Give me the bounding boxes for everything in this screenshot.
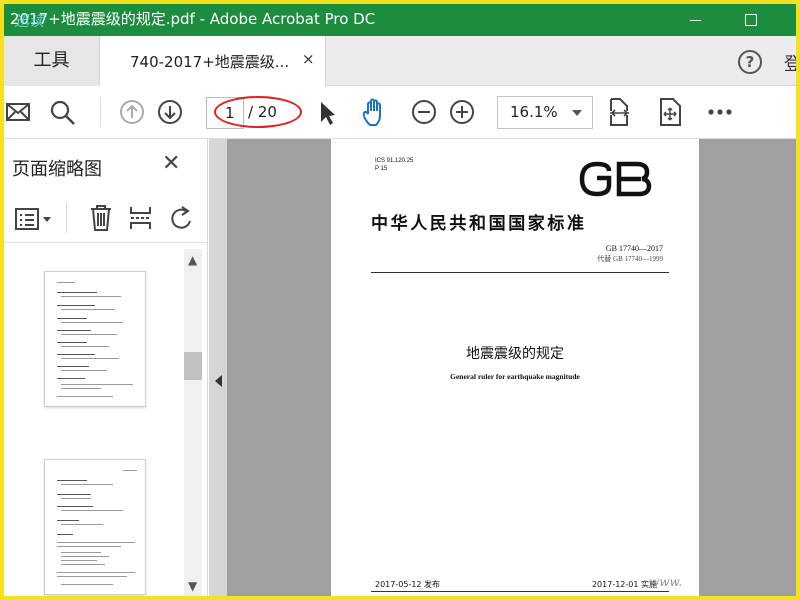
options-menu-icon[interactable] — [14, 205, 58, 237]
panel-title: 页面缩略图 — [12, 159, 102, 180]
pdf-page: ICS 91.120.25 P 15 中华人民共和国国家标准 GB 17740—… — [331, 139, 699, 596]
tab-document-label: 740-2017+地震震级... — [130, 53, 290, 71]
thumbnail-scrollbar[interactable]: ▲ ▼ — [184, 249, 202, 596]
select-cursor-icon[interactable] — [316, 95, 338, 129]
document-area[interactable]: ICS 91.120.25 P 15 中华人民共和国国家标准 GB 17740—… — [209, 139, 796, 596]
toolbar: 1 / 20 16.1% — [4, 87, 796, 139]
panel-toolbar — [4, 195, 208, 243]
insert-page-icon[interactable] — [128, 203, 154, 237]
hand-tool-icon[interactable] — [360, 95, 390, 129]
scroll-up-icon[interactable]: ▲ — [188, 253, 197, 267]
scrollbar-thumb[interactable] — [184, 352, 202, 380]
zoom-in-icon[interactable] — [448, 95, 478, 129]
thumbnail-list: 6 — [4, 249, 184, 596]
divider — [371, 272, 669, 273]
tab-bar: 工具 740-2017+地震震级... × ? 登 — [4, 36, 796, 87]
zoom-value: 16.1% — [510, 103, 558, 121]
replaces-standard: 代替 GB 17740—1999 — [597, 255, 663, 263]
mail-icon[interactable] — [6, 95, 32, 129]
annotation-oval — [214, 96, 302, 128]
scroll-down-icon[interactable]: ▼ — [188, 579, 197, 593]
ccs-number: P 15 — [375, 166, 388, 172]
sign-in-link[interactable]: 登 — [784, 50, 796, 76]
window-title: 2017+地震震级的规定.pdf - Adobe Acrobat Pro DC — [10, 10, 376, 28]
document-title-english: General ruler for earthquake magnitude — [450, 372, 580, 381]
maximize-button[interactable] — [728, 4, 774, 36]
help-icon[interactable]: ? — [738, 50, 762, 74]
title-watermark: 迅读 — [14, 12, 45, 30]
previous-page-icon[interactable] — [118, 95, 148, 129]
title-bar: 2017+地震震级的规定.pdf - Adobe Acrobat Pro DC … — [4, 4, 796, 36]
document-title: 地震震级的规定 — [466, 346, 564, 362]
standard-category: 中华人民共和国国家标准 — [371, 214, 587, 234]
rotate-icon[interactable] — [170, 203, 196, 237]
standard-number: GB 17740—2017 — [605, 244, 663, 253]
page-thumbnail[interactable] — [44, 459, 146, 595]
minimize-button[interactable] — [672, 4, 718, 36]
close-tab-icon[interactable]: × — [302, 50, 315, 68]
page-transform-icon[interactable] — [658, 95, 684, 129]
publish-date: 2017-05-12 发布 — [375, 580, 441, 589]
tab-document[interactable]: 740-2017+地震震级... × — [100, 36, 326, 87]
collapse-panel-icon[interactable] — [215, 375, 222, 387]
panel-splitter[interactable] — [209, 139, 227, 596]
next-page-icon[interactable] — [156, 95, 186, 129]
thumbnails-panel: 页面缩略图 ✕ ▲ ▼ — [4, 139, 208, 596]
ics-number: ICS 91.120.25 — [375, 158, 414, 164]
watermark-text: www. — [649, 575, 683, 589]
more-options-icon[interactable] — [706, 95, 736, 129]
search-icon[interactable] — [48, 95, 78, 129]
delete-icon[interactable] — [88, 203, 114, 237]
chevron-down-icon — [572, 110, 582, 116]
ics-code: ICS 91.120.25 P 15 — [375, 157, 413, 173]
zoom-select[interactable]: 16.1% — [497, 96, 593, 129]
divider — [371, 591, 669, 592]
app-window: 2017+地震震级的规定.pdf - Adobe Acrobat Pro DC … — [4, 4, 796, 596]
tab-tools[interactable]: 工具 — [4, 36, 100, 86]
gb-logo — [579, 161, 653, 201]
close-panel-icon[interactable]: ✕ — [162, 151, 180, 176]
page-thumbnail[interactable] — [44, 271, 146, 407]
implement-date: 2017-12-01 实施 — [591, 580, 657, 589]
fit-width-icon[interactable] — [608, 95, 632, 129]
toolbar-separator — [100, 97, 101, 127]
panel-separator — [66, 203, 67, 233]
zoom-out-icon[interactable] — [410, 95, 440, 129]
